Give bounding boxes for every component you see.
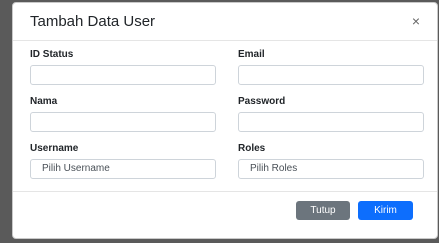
modal-header: Tambah Data User × (13, 3, 437, 41)
close-button[interactable]: Tutup (296, 201, 350, 220)
id-status-label: ID Status (30, 49, 74, 60)
email-field[interactable] (238, 65, 424, 85)
nama-label: Nama (30, 96, 58, 107)
add-user-modal: Tambah Data User × ID Status Email Nama … (12, 2, 438, 239)
roles-select[interactable]: Pilih Roles (238, 159, 424, 179)
footer-divider (13, 191, 437, 192)
nama-field[interactable] (30, 112, 216, 132)
username-label: Username (30, 143, 79, 154)
submit-button[interactable]: Kirim (358, 201, 413, 220)
password-label: Password (238, 96, 286, 107)
email-label: Email (238, 49, 265, 60)
password-field[interactable] (238, 112, 424, 132)
roles-label: Roles (238, 143, 266, 154)
modal-title: Tambah Data User (30, 13, 156, 30)
close-icon[interactable]: × (409, 14, 423, 28)
username-select[interactable]: Pilih Username (30, 159, 216, 179)
id-status-field[interactable] (30, 65, 216, 85)
